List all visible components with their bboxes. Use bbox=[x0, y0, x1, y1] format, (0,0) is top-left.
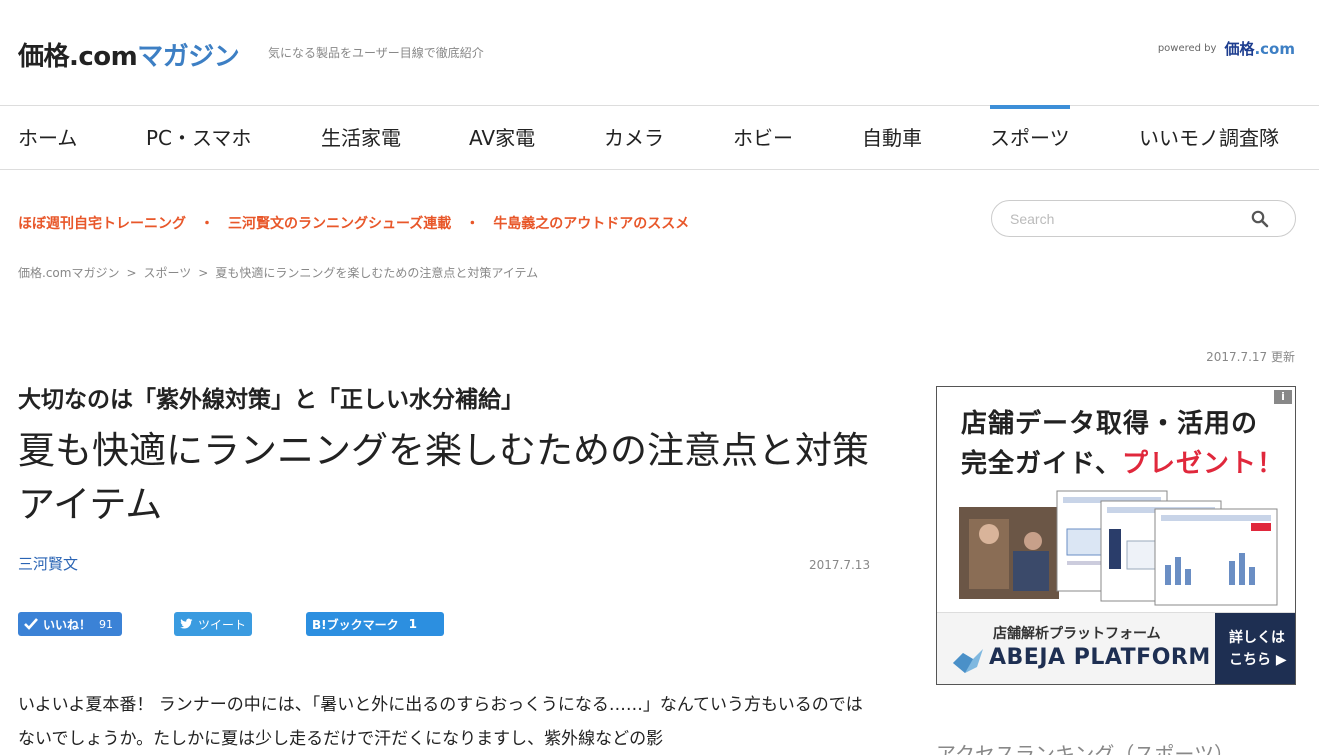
abeja-logo-icon bbox=[953, 649, 983, 673]
article-subtitle: 大切なのは「紫外線対策」と「正しい水分補給」 bbox=[18, 387, 524, 413]
hatena-bookmark-button[interactable]: B!ブックマーク 1 bbox=[306, 612, 444, 636]
breadcrumb: 価格.comマガジン > スポーツ > 夏も快適にランニングを楽しむための注意点と対策ア… bbox=[18, 264, 538, 281]
tweet-label: ツイート bbox=[197, 617, 246, 632]
like-label: いいね！ bbox=[43, 617, 92, 632]
site-tagline: 気になる製品をユーザー目線で徹底紹介 bbox=[268, 46, 484, 60]
search-box bbox=[991, 200, 1296, 237]
feature-link-running-shoes[interactable]: 三河賢文のランニングシューズ連載 bbox=[228, 216, 451, 232]
ad-product-illustration bbox=[959, 490, 1278, 606]
twitter-bird-icon bbox=[180, 618, 193, 629]
ad-footer-brand: ABEJA PLATFORM bbox=[989, 645, 1211, 670]
nav-item-pc-smartphone[interactable]: PC・スマホ bbox=[146, 106, 251, 169]
nav-item-iimono[interactable]: いいモノ調査隊 bbox=[1139, 106, 1279, 169]
ad-banner[interactable]: i 店舗データ取得・活用の 完全ガイド、プレゼント！ 店舗解析プラットフォーム bbox=[936, 386, 1296, 685]
breadcrumb-item-sports[interactable]: スポーツ bbox=[144, 266, 192, 280]
nav-item-sports[interactable]: スポーツ bbox=[990, 105, 1070, 169]
feature-link-home-training[interactable]: ほぼ週刊自宅トレーニング bbox=[18, 216, 186, 232]
nav-item-camera[interactable]: カメラ bbox=[604, 106, 664, 169]
search-icon[interactable] bbox=[1251, 210, 1269, 228]
search-input[interactable] bbox=[1010, 209, 1230, 229]
feature-links: ほぼ週刊自宅トレーニング・三河賢文のランニングシューズ連載・牛島義之のアウトドア… bbox=[18, 213, 689, 233]
nav-item-hobby[interactable]: ホビー bbox=[733, 106, 793, 169]
logo-text-main: 価格.com bbox=[18, 42, 138, 72]
feature-separator: ・ bbox=[200, 216, 214, 232]
feature-separator: ・ bbox=[465, 216, 480, 232]
main-nav: ホーム PC・スマホ 生活家電 AV家電 カメラ ホビー 自動車 スポーツ いい… bbox=[0, 105, 1319, 170]
kakaku-logo: 価格.com bbox=[1224, 40, 1295, 58]
updated-date: 2017.7.17 更新 bbox=[1206, 350, 1295, 364]
breadcrumb-separator: > bbox=[126, 266, 137, 280]
powered-by-text: powered by bbox=[1157, 43, 1217, 54]
article-author[interactable]: 三河賢文 bbox=[18, 553, 78, 574]
ad-footer: 店舗解析プラットフォーム ABEJA PLATFORM 詳しくは こちら ▶ bbox=[937, 612, 1295, 684]
breadcrumb-item-current: 夏も快適にランニングを楽しむための注意点と対策アイテム bbox=[215, 266, 539, 280]
nav-item-appliances[interactable]: 生活家電 bbox=[321, 106, 401, 169]
site-logo[interactable]: 価格.comマガジン bbox=[18, 36, 240, 73]
article-title: 夏も快適にランニングを楽しむための注意点と対策アイテム bbox=[18, 429, 869, 526]
article-body: いよいよ夏本番！ ランナーの中には、「暑いと外に出るのすらおっくうになる……」な… bbox=[18, 695, 863, 749]
hatena-label: B!ブックマーク bbox=[312, 617, 399, 632]
ranking-heading: アクセスランキング（スポーツ） bbox=[936, 742, 1234, 755]
like-button[interactable]: いいね！ 91 bbox=[18, 612, 122, 636]
logo-text-magazine: マガジン bbox=[137, 42, 240, 72]
nav-item-home[interactable]: ホーム bbox=[18, 106, 77, 169]
feature-link-outdoor[interactable]: 牛島義之のアウトドアのススメ bbox=[493, 216, 689, 232]
nav-item-car[interactable]: 自動車 bbox=[862, 106, 922, 169]
article-date: 2017.7.13 bbox=[809, 558, 871, 572]
like-count: 91 bbox=[99, 617, 114, 631]
ad-info-icon[interactable]: i bbox=[1274, 390, 1292, 404]
hatena-count: 1 bbox=[408, 617, 417, 631]
ad-cta-button[interactable]: 詳しくは こちら ▶ bbox=[1215, 613, 1295, 684]
breadcrumb-item-magazine[interactable]: 価格.comマガジン bbox=[18, 266, 119, 280]
tweet-button[interactable]: ツイート bbox=[174, 612, 252, 636]
check-icon bbox=[24, 618, 38, 630]
ad-footer-caption: 店舗解析プラットフォーム bbox=[993, 626, 1161, 642]
site-header: 価格.comマガジン 気になる製品をユーザー目線で徹底紹介 powered by… bbox=[0, 0, 1319, 105]
breadcrumb-separator: > bbox=[198, 266, 209, 280]
powered-by[interactable]: powered by 価格.com bbox=[1158, 38, 1295, 59]
ad-headline-1: 店舗データ取得・活用の bbox=[961, 409, 1259, 439]
nav-item-av[interactable]: AV家電 bbox=[469, 106, 535, 169]
ad-headline-2: 完全ガイド、プレゼント！ bbox=[961, 449, 1284, 479]
